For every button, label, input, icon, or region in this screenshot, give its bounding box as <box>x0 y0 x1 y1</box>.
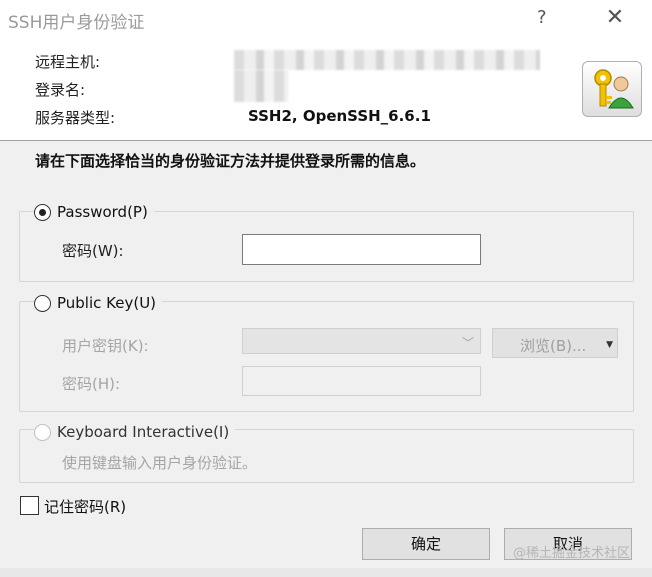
key-user-icon <box>582 61 642 117</box>
title-bar: SSH用户身份验证 ? ✕ <box>0 0 652 38</box>
radio-button-disabled[interactable] <box>34 423 51 441</box>
remember-checkbox[interactable] <box>20 496 39 515</box>
passphrase-input[interactable] <box>242 366 481 396</box>
instruction-text: 请在下面选择恰当的身份验证方法并提供登录所需的信息。 <box>35 152 426 170</box>
chevron-down-icon: ﹀ <box>461 336 474 350</box>
publickey-radio[interactable]: Public Key(U) <box>34 294 163 312</box>
close-button[interactable]: ✕ <box>600 5 630 31</box>
browse-button-label: 浏览(B)... <box>520 337 587 355</box>
help-button[interactable]: ? <box>537 7 547 28</box>
radio-button[interactable] <box>34 294 51 312</box>
keyboard-hint: 使用键盘输入用户身份验证。 <box>62 454 258 472</box>
remember-label[interactable]: 记住密码(R) <box>44 496 126 517</box>
publickey-radio-label: Public Key(U) <box>57 294 157 312</box>
dropdown-arrow-icon: ▼ <box>606 340 613 350</box>
login-value-redacted <box>234 70 288 102</box>
browse-button[interactable]: 浏览(B)... ▼ <box>492 328 618 358</box>
server-type-value: SSH2, OpenSSH_6.6.1 <box>248 107 431 125</box>
password-radio-label: Password(P) <box>57 203 148 221</box>
passphrase-label: 密码(H): <box>62 375 121 393</box>
password-input[interactable] <box>242 234 481 265</box>
login-label: 登录名: <box>35 81 86 99</box>
watermark: @稀土掘金技术社区 <box>513 546 631 561</box>
background-window-strip <box>0 568 652 577</box>
host-label: 远程主机: <box>35 53 101 71</box>
window-title: SSH用户身份验证 <box>8 13 145 33</box>
radio-button-checked[interactable] <box>34 203 51 221</box>
ok-button-label: 确定 <box>410 535 441 553</box>
password-radio[interactable]: Password(P) <box>34 203 154 221</box>
keyboard-radio-label: Keyboard Interactive(I) <box>57 423 230 441</box>
host-value-redacted <box>234 50 540 70</box>
password-field-label: 密码(W): <box>62 242 124 260</box>
userkey-label: 用户密钥(K): <box>62 337 149 355</box>
server-type-label: 服务器类型: <box>35 109 116 127</box>
ok-button[interactable]: 确定 <box>362 528 490 560</box>
keyboard-radio[interactable]: Keyboard Interactive(I) <box>34 423 236 441</box>
userkey-select[interactable]: ﹀ <box>242 328 481 354</box>
